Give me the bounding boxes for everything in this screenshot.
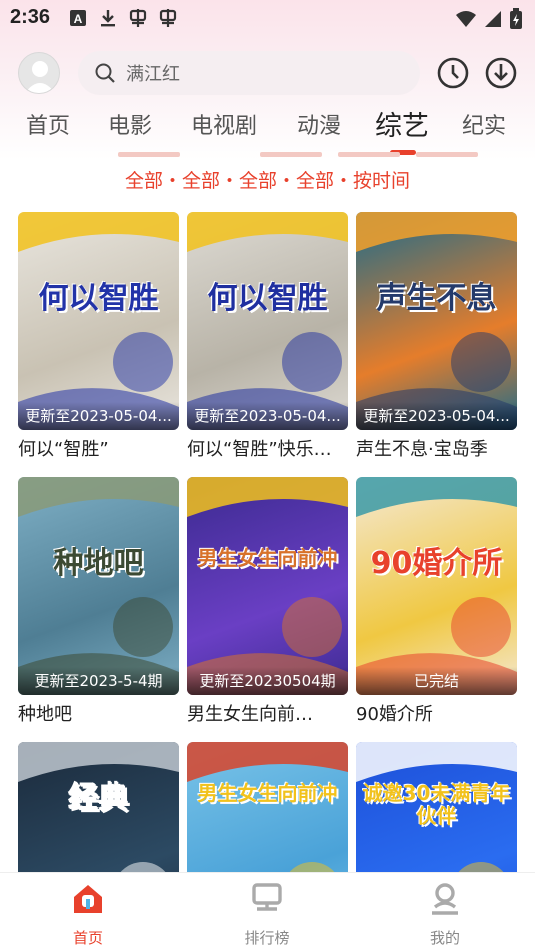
- status-bar: 2:36 A: [0, 0, 535, 36]
- content-title[interactable]: 男生女生向前…: [187, 700, 348, 726]
- app-notification-icon: [129, 9, 147, 27]
- update-badge: 更新至2023-05-04...: [194, 407, 341, 425]
- download-notification-icon: [101, 10, 115, 27]
- content-poster[interactable]: 声生不息更新至2023-05-04...: [356, 212, 517, 430]
- content-card[interactable]: 90婚介所 已完结 90婚介所: [356, 477, 517, 726]
- content-card[interactable]: 声生不息更新至2023-05-04... 声生不息·宝岛季: [356, 212, 517, 461]
- avatar[interactable]: [18, 52, 60, 94]
- profile-icon: [432, 883, 458, 915]
- svg-text:A: A: [74, 12, 83, 26]
- content-poster[interactable]: 何以智胜更新至2023-05-04...: [187, 212, 348, 430]
- poster-title-art: 诚邀30未满青年伙伴: [362, 781, 511, 828]
- poster-title-art: 何以智胜: [207, 281, 328, 316]
- poster-art: [18, 212, 179, 430]
- history-icon[interactable]: [436, 56, 470, 90]
- content-poster[interactable]: 何以智胜更新至2023-05-04...: [18, 212, 179, 430]
- search-row: 满江红: [0, 50, 535, 96]
- tab-tv-series[interactable]: 电视剧: [191, 108, 257, 140]
- content-title[interactable]: 90婚介所: [356, 700, 517, 726]
- nav-home-label: 首页: [72, 929, 103, 947]
- content-poster[interactable]: 种地吧更新至2023-5-4期: [18, 477, 179, 695]
- nav-profile-label: 我的: [429, 929, 460, 947]
- update-badge: 更新至2023-05-04...: [363, 407, 510, 425]
- poster-title-art: 男生女生向前冲: [197, 781, 338, 805]
- update-badge: 更新至2023-05-04...: [25, 407, 172, 425]
- poster-title-art: 男生女生向前冲: [197, 546, 338, 570]
- app-notification-icon-2: [159, 9, 177, 27]
- poster-title-art: 声生不息: [376, 281, 497, 316]
- update-badge: 已完结: [413, 672, 459, 690]
- filter-scroll-edge: [0, 152, 535, 158]
- poster-art: [187, 212, 348, 430]
- poster-art: [18, 477, 179, 695]
- tab-documentary[interactable]: 纪实: [462, 108, 506, 140]
- app-screen: 2:36 A 满江红 首页 电影 电视剧 动漫 综艺 纪实 全部・全部・全部・全…: [0, 0, 535, 952]
- wifi-icon: [456, 11, 476, 27]
- poster-title-art: 何以智胜: [38, 281, 159, 316]
- poster-art: [356, 212, 517, 430]
- content-card[interactable]: 男生女生向前冲更新至20230504期男生女生向前…: [187, 477, 348, 726]
- poster-art: [356, 477, 517, 695]
- status-time: 2:36: [10, 6, 51, 28]
- home-icon: [74, 885, 102, 913]
- download-icon[interactable]: [484, 56, 518, 90]
- signal-icon: [485, 11, 501, 27]
- search-input[interactable]: 满江红: [78, 51, 420, 95]
- nav-home[interactable]: 首页: [33, 881, 143, 948]
- nav-ranking[interactable]: 排行榜: [212, 881, 322, 948]
- status-system-icons: [455, 8, 523, 30]
- category-tabs: 首页 电影 电视剧 动漫 综艺 纪实: [0, 108, 535, 155]
- content-card[interactable]: 何以智胜更新至2023-05-04... 何以“智胜”: [18, 212, 179, 461]
- tab-movies[interactable]: 电影: [108, 108, 152, 140]
- nav-ranking-label: 排行榜: [244, 929, 290, 947]
- content-title[interactable]: 种地吧: [18, 700, 179, 726]
- status-notification-icons: A: [68, 8, 178, 28]
- poster-title-art: 90婚介所: [370, 546, 503, 581]
- poster-title-art: 经典: [68, 781, 129, 816]
- content-card[interactable]: 何以智胜更新至2023-05-04... 何以“智胜”快乐…: [187, 212, 348, 461]
- content-title[interactable]: 何以“智胜”: [18, 435, 179, 461]
- content-poster[interactable]: 90婚介所已完结: [356, 477, 517, 695]
- filter-summary[interactable]: 全部・全部・全部・全部・按时间: [0, 166, 535, 193]
- keyboard-notification-icon: A: [70, 10, 86, 26]
- content-card[interactable]: 种地吧 更新至2023-5-4期 种地吧: [18, 477, 179, 726]
- poster-art: [187, 477, 348, 695]
- battery-icon: [510, 8, 522, 29]
- update-badge: 更新至20230504期: [199, 672, 336, 690]
- tab-variety[interactable]: 综艺: [375, 104, 429, 143]
- search-placeholder: 满江红: [126, 64, 180, 85]
- content-title[interactable]: 声生不息·宝岛季: [356, 435, 517, 461]
- search-icon: [95, 63, 115, 83]
- content-title[interactable]: 何以“智胜”快乐…: [187, 435, 348, 461]
- ranking-icon: [252, 883, 282, 911]
- poster-title-art: 种地吧: [53, 546, 144, 581]
- tab-home[interactable]: 首页: [26, 108, 70, 140]
- user-avatar-icon: [25, 61, 55, 93]
- bottom-navigation: 首页 排行榜 我的: [0, 872, 535, 952]
- tab-anime[interactable]: 动漫: [297, 108, 341, 140]
- nav-profile[interactable]: 我的: [390, 881, 500, 948]
- update-badge: 更新至2023-5-4期: [34, 672, 163, 690]
- content-poster[interactable]: 男生女生向前冲更新至20230504期: [187, 477, 348, 695]
